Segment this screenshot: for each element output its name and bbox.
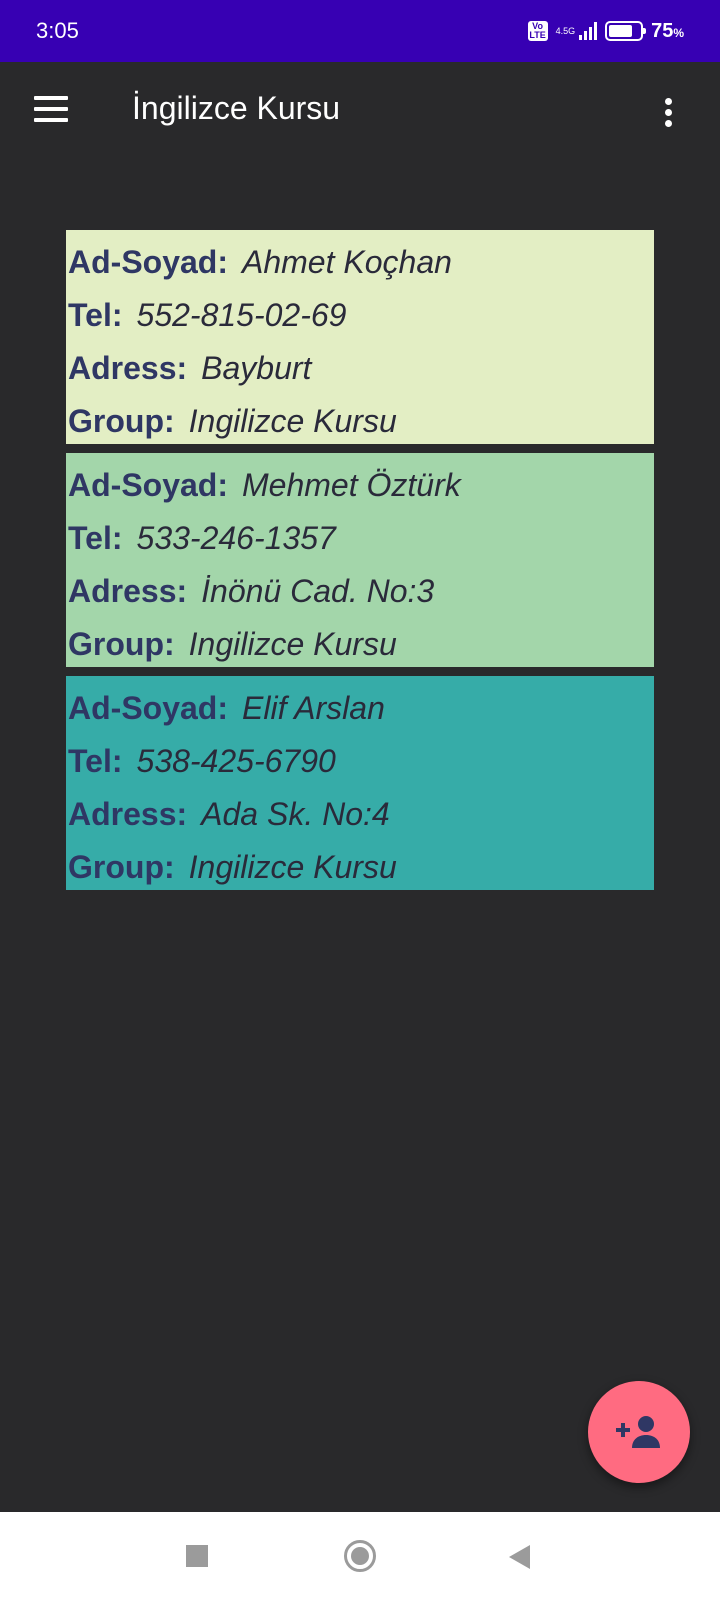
student-address: İnönü Cad. No:3	[201, 573, 435, 609]
group-row: Group: Ingilizce Kursu	[68, 403, 397, 439]
student-name: Elif Arslan	[242, 690, 385, 726]
status-bar: 3:05 Vo LTE 4.5G 75%	[0, 0, 720, 62]
address-row: Adress: İnönü Cad. No:3	[68, 573, 435, 609]
student-list: Ad-Soyad: Ahmet Koçhan Tel: 552-815-02-69 …	[66, 230, 654, 899]
student-card[interactable]: Ad-Soyad: Mehmet Öztürk Tel: 533-246-1357 …	[66, 453, 654, 667]
home-circle-icon[interactable]	[344, 1540, 376, 1572]
more-options-icon[interactable]	[658, 98, 678, 130]
student-tel: 533-246-1357	[136, 520, 336, 556]
volte-icon: Vo LTE	[527, 21, 548, 41]
student-name: Ahmet Koçhan	[242, 244, 452, 280]
name-row: Ad-Soyad: Ahmet Koçhan	[68, 244, 452, 280]
address-row: Adress: Bayburt	[68, 350, 312, 386]
name-row: Ad-Soyad: Mehmet Öztürk	[68, 467, 461, 503]
battery-icon	[605, 21, 647, 41]
add-person-icon	[616, 1416, 660, 1448]
add-student-button[interactable]	[588, 1381, 690, 1483]
student-group: Ingilizce Kursu	[188, 626, 397, 662]
student-address: Ada Sk. No:4	[201, 796, 390, 832]
group-row: Group: Ingilizce Kursu	[68, 849, 397, 885]
app-bar: İngilizce Kursu	[0, 62, 720, 166]
group-row: Group: Ingilizce Kursu	[68, 626, 397, 662]
tel-row: Tel: 538-425-6790	[68, 743, 336, 779]
tel-row: Tel: 533-246-1357	[68, 520, 336, 556]
status-indicators: Vo LTE 4.5G 75%	[527, 19, 684, 43]
recents-square-icon[interactable]	[186, 1545, 208, 1567]
network-type: 4.5G	[555, 26, 576, 36]
status-time: 3:05	[36, 18, 79, 43]
student-name: Mehmet Öztürk	[242, 467, 461, 503]
address-row: Adress: Ada Sk. No:4	[68, 796, 390, 832]
page-title: İngilizce Kursu	[132, 90, 341, 126]
hamburger-menu-icon[interactable]	[34, 96, 68, 122]
battery-percent: 75%	[651, 19, 684, 42]
student-tel: 552-815-02-69	[136, 297, 347, 333]
back-triangle-icon[interactable]	[509, 1545, 530, 1569]
student-group: Ingilizce Kursu	[188, 403, 397, 439]
student-tel: 538-425-6790	[136, 743, 336, 779]
tel-row: Tel: 552-815-02-69	[68, 297, 347, 333]
student-card[interactable]: Ad-Soyad: Elif Arslan Tel: 538-425-6790 Ad…	[66, 676, 654, 890]
signal-icon	[579, 22, 598, 40]
student-card[interactable]: Ad-Soyad: Ahmet Koçhan Tel: 552-815-02-69 …	[66, 230, 654, 444]
student-group: Ingilizce Kursu	[188, 849, 397, 885]
name-row: Ad-Soyad: Elif Arslan	[68, 690, 385, 726]
student-address: Bayburt	[201, 350, 312, 386]
system-navigation-bar	[0, 1512, 720, 1600]
